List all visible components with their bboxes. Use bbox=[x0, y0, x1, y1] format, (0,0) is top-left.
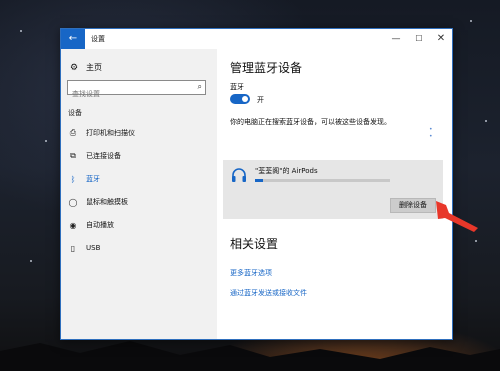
searching-indicator: • • bbox=[429, 126, 441, 140]
discovery-status-text: 你的电脑正在搜索蓝牙设备，可以被这些设备发现。 bbox=[230, 118, 391, 126]
progress-fill bbox=[255, 179, 264, 182]
connection-progress-bar bbox=[255, 179, 390, 182]
autoplay-icon: ◉ bbox=[69, 220, 77, 230]
window-title: 设置 bbox=[91, 35, 105, 43]
sidebar: ⚙ 主页 ⌕ 设备 ⎙ 打印机和扫描仪 ⧉ 已连接设备 ᛒ 蓝牙 ◯ 鼠标和触摸… bbox=[61, 49, 217, 339]
sidebar-item-label: 鼠标和触摸板 bbox=[86, 198, 128, 206]
search-box[interactable]: ⌕ bbox=[67, 80, 206, 101]
device-name: "荃荃阁"的 AirPods bbox=[255, 167, 318, 175]
settings-window: ← 设置 — ☐ ✕ ⚙ 主页 ⌕ 设备 ⎙ 打印机和扫描仪 ⧉ 已连接设备 ᛒ… bbox=[60, 28, 453, 340]
link-send-receive-files[interactable]: 通过蓝牙发送或接收文件 bbox=[230, 288, 307, 298]
page-title: 管理蓝牙设备 bbox=[230, 61, 303, 75]
sidebar-item-label: 已连接设备 bbox=[86, 152, 121, 160]
maximize-button[interactable]: ☐ bbox=[412, 32, 426, 46]
sidebar-item-mouse[interactable]: ◯ 鼠标和触摸板 bbox=[61, 192, 217, 212]
printer-icon: ⎙ bbox=[69, 128, 77, 137]
sidebar-item-printers[interactable]: ⎙ 打印机和扫描仪 bbox=[61, 123, 217, 143]
toggle-state-label: 开 bbox=[257, 96, 264, 104]
headphones-icon bbox=[232, 168, 246, 182]
toggle-knob bbox=[242, 96, 248, 102]
sidebar-item-autoplay[interactable]: ◉ 自动播放 bbox=[61, 215, 217, 235]
close-button[interactable]: ✕ bbox=[434, 32, 448, 46]
sidebar-item-connected-devices[interactable]: ⧉ 已连接设备 bbox=[61, 146, 217, 166]
star bbox=[30, 260, 32, 262]
link-more-bluetooth-options[interactable]: 更多蓝牙选项 bbox=[230, 268, 272, 278]
bluetooth-toggle[interactable] bbox=[230, 94, 250, 104]
main-content: 管理蓝牙设备 蓝牙 开 你的电脑正在搜索蓝牙设备，可以被这些设备发现。 • • … bbox=[217, 49, 452, 339]
minimize-button[interactable]: — bbox=[389, 32, 403, 46]
star bbox=[470, 20, 472, 22]
sidebar-item-home[interactable]: ⚙ 主页 bbox=[69, 62, 102, 73]
gear-icon: ⚙ bbox=[69, 62, 79, 73]
bluetooth-icon: ᛒ bbox=[70, 174, 76, 184]
sidebar-item-label: USB bbox=[86, 244, 101, 252]
title-bar: ← 设置 — ☐ ✕ bbox=[61, 29, 452, 49]
search-icon[interactable]: ⌕ bbox=[198, 82, 202, 92]
sidebar-home-label: 主页 bbox=[86, 63, 102, 72]
usb-icon: ▯ bbox=[70, 243, 76, 253]
bluetooth-toggle-label: 蓝牙 bbox=[230, 83, 244, 91]
sidebar-item-label: 自动播放 bbox=[86, 221, 114, 229]
star bbox=[485, 120, 487, 122]
sidebar-item-label: 蓝牙 bbox=[86, 175, 100, 183]
device-item-airpods[interactable]: "荃荃阁"的 AirPods 删除设备 bbox=[223, 160, 443, 219]
section-label-devices: 设备 bbox=[68, 109, 82, 117]
star bbox=[45, 140, 47, 142]
star bbox=[20, 30, 22, 32]
back-button[interactable]: ← bbox=[61, 29, 85, 49]
sidebar-item-label: 打印机和扫描仪 bbox=[86, 129, 135, 137]
related-settings-title: 相关设置 bbox=[230, 237, 279, 251]
sidebar-item-usb[interactable]: ▯ USB bbox=[61, 238, 217, 258]
sidebar-item-bluetooth[interactable]: ᛒ 蓝牙 bbox=[61, 169, 217, 189]
remove-device-button[interactable]: 删除设备 bbox=[390, 198, 436, 213]
mouse-icon: ◯ bbox=[68, 197, 78, 207]
star bbox=[475, 240, 477, 242]
connected-devices-icon: ⧉ bbox=[70, 151, 76, 160]
search-input[interactable] bbox=[68, 87, 188, 101]
